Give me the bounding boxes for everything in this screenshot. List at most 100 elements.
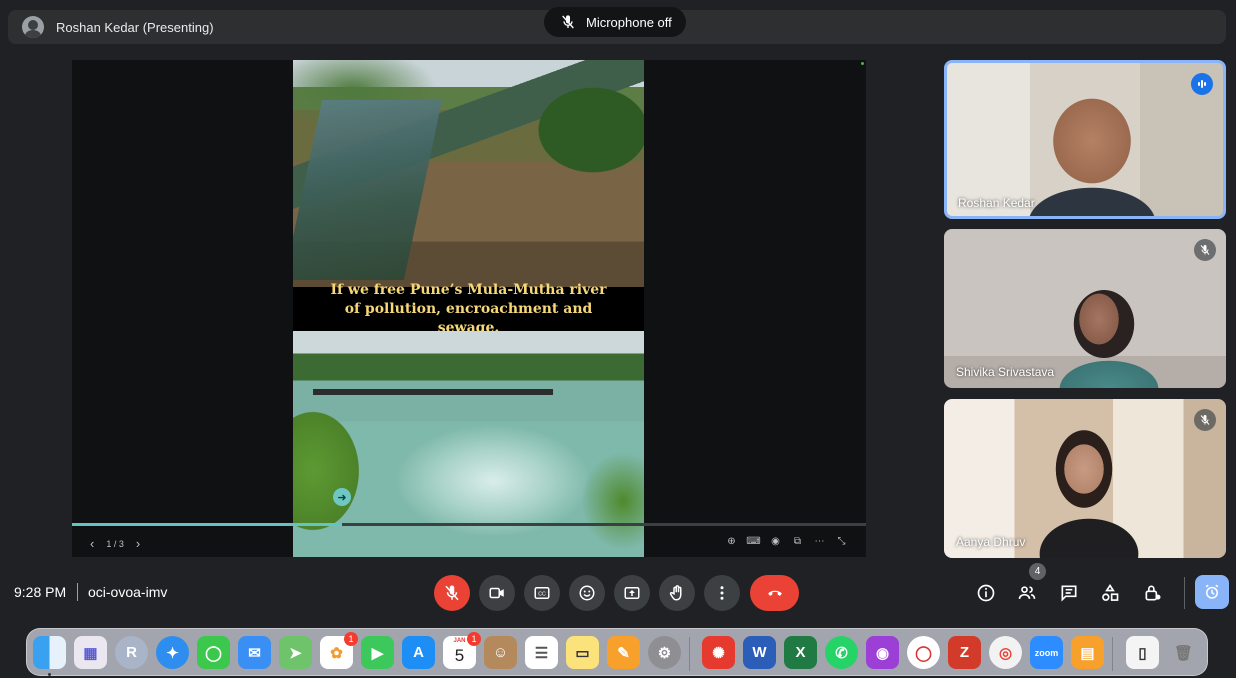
slide-progress-track[interactable]: [72, 523, 866, 526]
hand-icon: [669, 585, 682, 601]
toggle-camera-button[interactable]: [479, 575, 515, 611]
meeting-controls-bar: 9:28 PM oci-ovoa-imv CC 4: [0, 563, 1236, 616]
host-controls-button[interactable]: [1140, 580, 1166, 606]
app-store-icon[interactable]: A: [402, 636, 435, 669]
r-app-icon[interactable]: R: [115, 636, 148, 669]
calendar-badge: 1: [467, 632, 481, 646]
camera-icon: [489, 587, 504, 599]
participant-name: Aanya Dhruv: [956, 535, 1026, 549]
calendar-day: 5: [454, 646, 465, 665]
more-vert-icon: [720, 586, 724, 600]
messages-icon[interactable]: ◯: [197, 636, 230, 669]
present-icon: [624, 587, 640, 599]
keyboard-icon[interactable]: ⌨: [746, 535, 760, 548]
whatsapp-icon[interactable]: ✆: [825, 636, 858, 669]
participant-tile-aanya[interactable]: Aanya Dhruv: [944, 399, 1226, 558]
macos-dock: ▦ R ✦ ◯ ✉ ➤ ✿ 1 ▶ A JAN 5 1 ☺ ☰ ▭ ✎ ⚙ ✺ W…: [26, 628, 1208, 676]
participant-tile-shivika[interactable]: Shivika Srivastava: [944, 229, 1226, 388]
books-icon[interactable]: ▤: [1071, 636, 1104, 669]
emoji-icon: [579, 585, 595, 601]
slide-controls: ‹ 1 / 3 › ⊕ ⌨ ◉ ⧉ ⋯ ⤡: [72, 530, 866, 557]
shapes-icon: [1102, 583, 1119, 601]
closed-captions-icon: CC: [534, 587, 550, 599]
photos-badge: 1: [344, 632, 358, 646]
broadcast-icon[interactable]: ◉: [769, 535, 782, 548]
reactions-button[interactable]: [569, 575, 605, 611]
speaking-indicator-icon: [1191, 73, 1213, 95]
microphone-off-toast: Microphone off: [544, 7, 686, 37]
zoom-in-icon[interactable]: ⊕: [725, 535, 738, 548]
exit-fullscreen-icon[interactable]: ⤡: [835, 535, 848, 548]
muted-mic-icon: [1194, 409, 1216, 431]
launchpad-icon[interactable]: ▦: [74, 636, 107, 669]
people-icon: [1018, 586, 1036, 599]
circle-app-icon[interactable]: ◯: [907, 636, 940, 669]
slide-caption: If we free Pune’s Mula-Mutha river of po…: [293, 282, 644, 336]
mic-toast-label: Microphone off: [586, 14, 672, 30]
podcasts-icon[interactable]: ◉: [866, 636, 899, 669]
raise-hand-button[interactable]: [659, 575, 695, 611]
meeting-code: oci-ovoa-imv: [88, 584, 168, 600]
people-button[interactable]: [1014, 580, 1040, 606]
more-options-icon[interactable]: ⋯: [813, 535, 826, 548]
timer-button[interactable]: [1195, 575, 1229, 609]
excel-icon[interactable]: X: [784, 636, 817, 669]
system-preferences-icon[interactable]: ⚙: [648, 636, 681, 669]
hang-up-icon: [767, 590, 782, 596]
slide-page-indicator: 1 / 3: [106, 538, 124, 549]
calendar-month: JAN: [453, 638, 466, 644]
participant-name: Shivika Srivastava: [956, 365, 1055, 379]
mic-off-icon: [562, 15, 574, 29]
photos-icon[interactable]: ✿ 1: [320, 632, 358, 669]
meeting-time: 9:28 PM: [14, 584, 67, 600]
contacts-icon[interactable]: ☺: [484, 636, 517, 669]
activities-button[interactable]: [1097, 580, 1123, 606]
alarm-clock-icon: [1205, 584, 1219, 599]
toggle-microphone-button[interactable]: [434, 575, 470, 611]
slide-caption-text: If we free Pune’s Mula-Mutha river of po…: [330, 281, 607, 336]
zoom-icon[interactable]: zoom: [1030, 636, 1063, 669]
participant-tile-roshan[interactable]: Roshan Kedar: [944, 60, 1226, 219]
slide-progress-fill: [72, 523, 342, 526]
maps-icon[interactable]: ➤: [279, 636, 312, 669]
leave-call-button[interactable]: [750, 575, 799, 611]
meet-window: Roshan Kedar (Presenting) Microphone off…: [0, 0, 1236, 678]
word-icon[interactable]: W: [743, 636, 776, 669]
calendar-icon[interactable]: JAN 5 1: [443, 632, 481, 669]
svg-text:CC: CC: [538, 591, 546, 597]
presentation-stage: If we free Pune’s Mula-Mutha river of po…: [72, 60, 866, 557]
divider: [77, 583, 78, 601]
document-preview-icon[interactable]: ▯: [1126, 636, 1159, 669]
presenter-title: Roshan Kedar (Presenting): [56, 19, 214, 35]
slide: If we free Pune’s Mula-Mutha river of po…: [293, 60, 644, 557]
slide-photo-polluted-river: [293, 60, 644, 287]
next-slide-chevron-icon[interactable]: ›: [136, 536, 140, 551]
facetime-icon[interactable]: ▶: [361, 636, 394, 669]
people-count-badge: 4: [1029, 563, 1046, 580]
acrobat-icon[interactable]: ✺: [702, 636, 735, 669]
presenter-avatar: [22, 16, 44, 38]
status-dot: [861, 62, 864, 65]
mail-icon[interactable]: ✉: [238, 636, 271, 669]
mic-off-icon: [445, 585, 459, 601]
participant-name: Roshan Kedar: [958, 196, 1035, 210]
finder-icon[interactable]: [33, 636, 66, 669]
more-options-button[interactable]: [704, 575, 740, 611]
pages-icon[interactable]: ✎: [607, 636, 640, 669]
present-screen-button[interactable]: [614, 575, 650, 611]
chrome-icon[interactable]: ◎: [989, 636, 1022, 669]
controls-divider: [1184, 577, 1185, 609]
zotero-icon[interactable]: Z: [948, 636, 981, 669]
chat-button[interactable]: [1056, 580, 1082, 606]
prev-slide-chevron-icon[interactable]: ‹: [90, 536, 94, 551]
captions-button[interactable]: CC: [524, 575, 560, 611]
safari-icon[interactable]: ✦: [156, 636, 189, 669]
reminders-icon[interactable]: ☰: [525, 636, 558, 669]
picture-in-picture-icon[interactable]: ⧉: [791, 535, 804, 548]
trash-icon[interactable]: 🗑: [1167, 636, 1200, 669]
lock-person-icon: [1145, 585, 1161, 601]
meeting-details-button[interactable]: [973, 580, 999, 606]
info-icon: [977, 584, 995, 602]
notes-icon[interactable]: ▭: [566, 636, 599, 669]
next-slide-icon[interactable]: ➜: [333, 488, 351, 506]
